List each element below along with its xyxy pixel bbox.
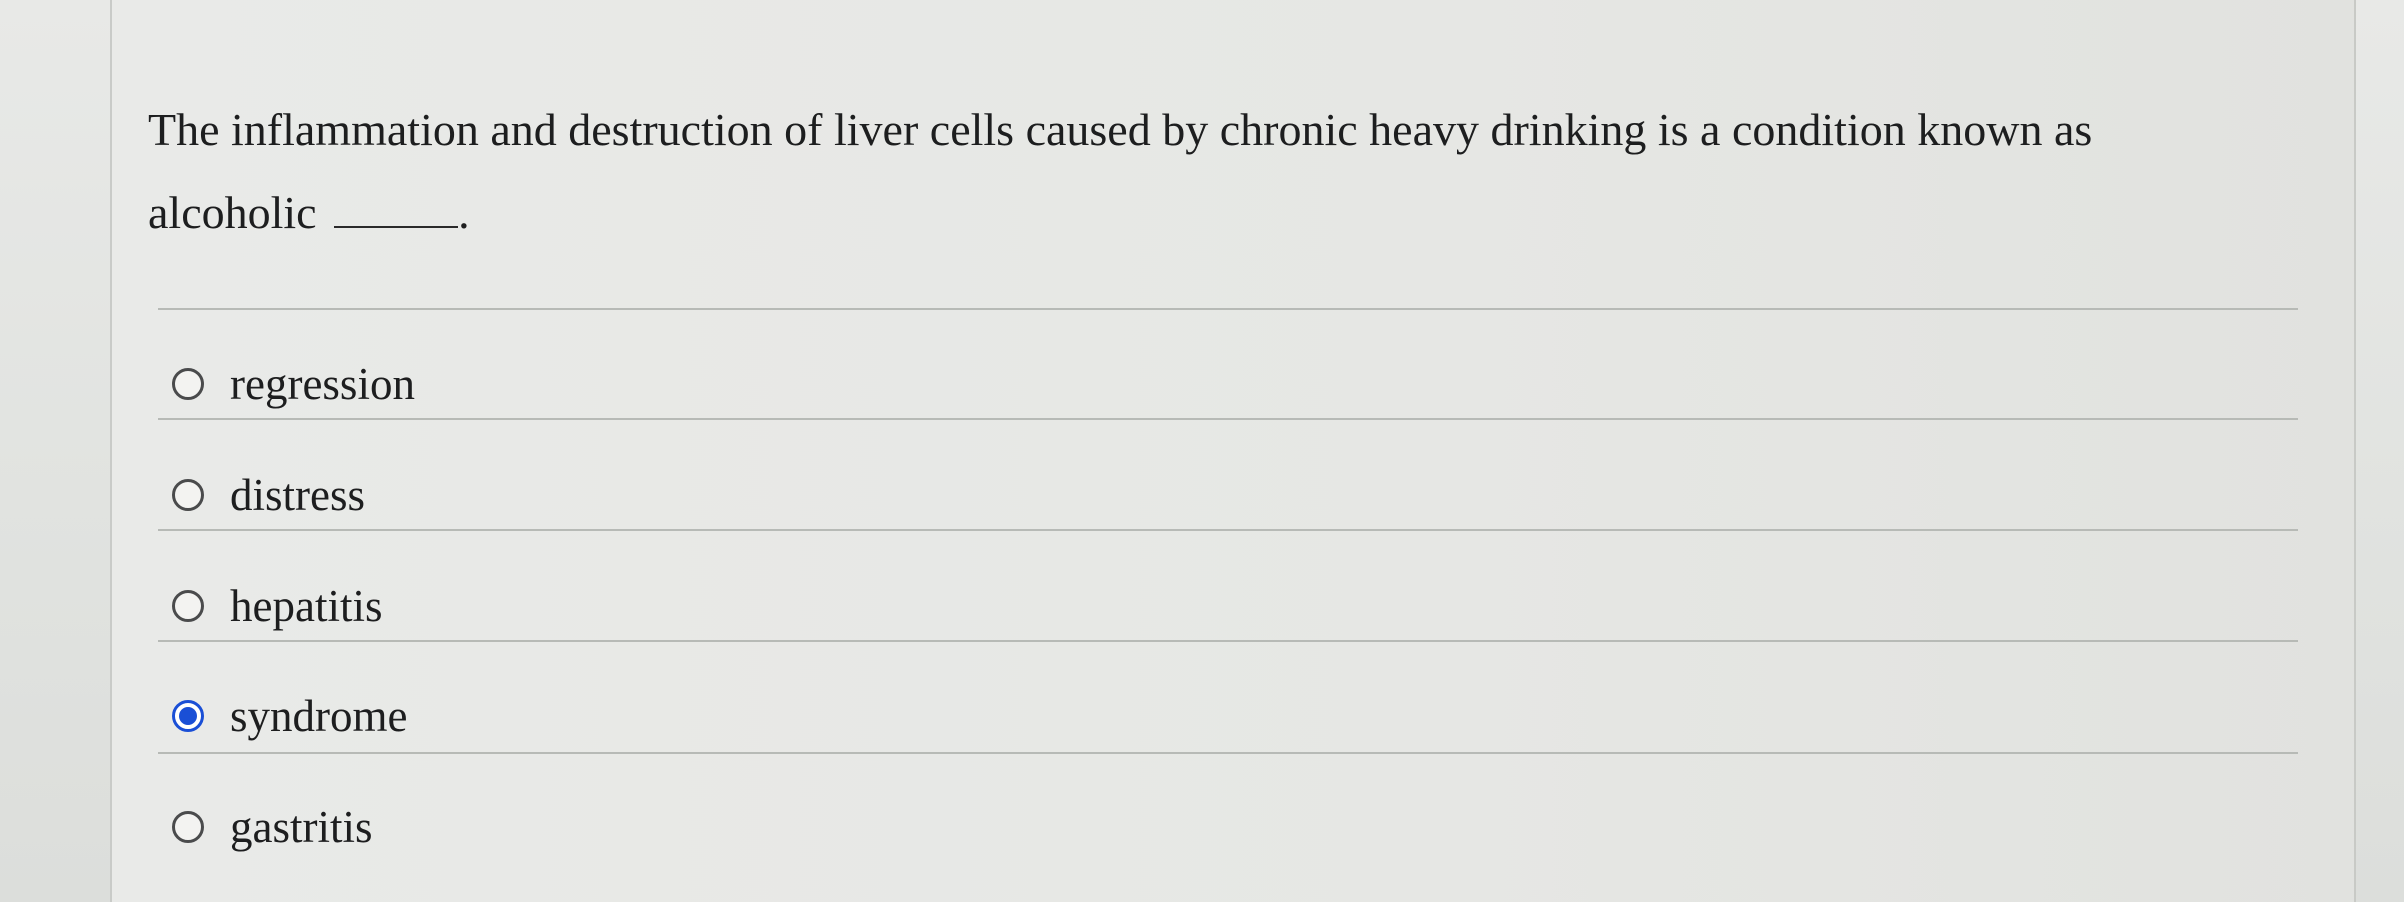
divider bbox=[158, 529, 2298, 531]
option-label: hepatitis bbox=[230, 581, 383, 631]
radio-button[interactable] bbox=[172, 368, 204, 400]
radio-button[interactable] bbox=[172, 590, 204, 622]
option-label: syndrome bbox=[230, 691, 408, 741]
radio-button-selected[interactable] bbox=[172, 700, 204, 732]
divider bbox=[158, 308, 2298, 310]
option-regression[interactable]: regression bbox=[172, 354, 415, 414]
option-label: regression bbox=[230, 359, 415, 409]
radio-button[interactable] bbox=[172, 479, 204, 511]
option-gastritis[interactable]: gastritis bbox=[172, 797, 373, 857]
divider bbox=[158, 640, 2298, 642]
question-text: The inflammation and destruction of live… bbox=[148, 88, 2228, 254]
answer-blank bbox=[334, 192, 459, 228]
divider bbox=[158, 418, 2298, 420]
screen: The inflammation and destruction of live… bbox=[0, 0, 2404, 902]
question-suffix: . bbox=[458, 187, 470, 238]
radio-button[interactable] bbox=[172, 811, 204, 843]
option-label: distress bbox=[230, 470, 365, 520]
option-syndrome[interactable]: syndrome bbox=[172, 686, 407, 746]
option-distress[interactable]: distress bbox=[172, 465, 365, 525]
divider bbox=[158, 752, 2298, 754]
option-label: gastritis bbox=[230, 802, 373, 852]
option-hepatitis[interactable]: hepatitis bbox=[172, 576, 382, 636]
